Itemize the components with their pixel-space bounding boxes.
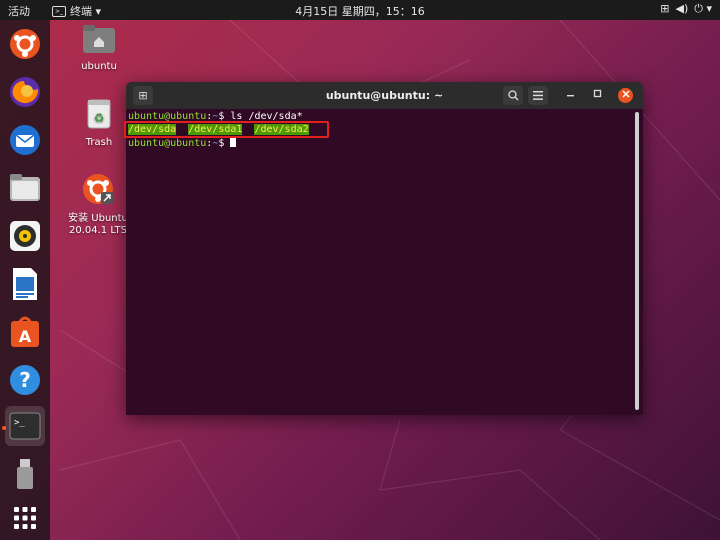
firefox-icon[interactable] bbox=[5, 72, 45, 112]
svg-text:?: ? bbox=[19, 368, 31, 392]
scrollbar[interactable] bbox=[635, 112, 639, 410]
system-tray[interactable]: ⊞ ◀) ⏻ ▾ bbox=[660, 2, 712, 16]
install-ubuntu-label: 安装 Ubuntu 20.04.1 LTS bbox=[65, 213, 131, 237]
svg-text:A: A bbox=[19, 327, 32, 346]
terminal-titlebar[interactable]: ⊞ ubuntu@ubuntu: ~ bbox=[126, 82, 643, 109]
terminal-icon[interactable]: >_ bbox=[5, 406, 45, 446]
hamburger-icon bbox=[533, 91, 543, 100]
command-text: $ bbox=[218, 138, 231, 149]
ubuntu-installer-icon[interactable] bbox=[5, 24, 45, 64]
install-ubuntu-label-line2: 20.04.1 LTS bbox=[69, 225, 127, 236]
top-bar: 活动 >_ 终端 ▾ 4月15日 星期四，15：16 ⊞ ◀) ⏻ ▾ bbox=[0, 0, 720, 20]
home-folder-icon bbox=[83, 25, 115, 53]
close-icon bbox=[621, 90, 630, 98]
terminal-output[interactable]: ubuntu@ubuntu:~$ ls /dev/sda* /dev/sda /… bbox=[126, 109, 636, 415]
desktop-install-ubuntu[interactable]: 安装 Ubuntu 20.04.1 LTS bbox=[65, 172, 131, 237]
show-applications-icon[interactable] bbox=[5, 498, 45, 538]
files-icon[interactable] bbox=[5, 168, 45, 208]
ubuntu-software-icon[interactable]: A bbox=[5, 312, 45, 352]
prompt-user: ubuntu@ubuntu bbox=[128, 138, 207, 149]
volume-icon[interactable]: ◀) bbox=[676, 2, 689, 16]
annotation-highlight-box bbox=[124, 121, 329, 138]
home-folder-label: ubuntu bbox=[81, 61, 117, 72]
install-ubuntu-label-line1: 安装 Ubuntu bbox=[68, 213, 128, 224]
close-button[interactable] bbox=[618, 88, 633, 103]
rhythmbox-icon[interactable] bbox=[5, 216, 45, 256]
svg-text:>_: >_ bbox=[14, 418, 25, 428]
clock[interactable]: 4月15日 星期四，15：16 bbox=[0, 3, 720, 19]
maximize-button[interactable] bbox=[590, 88, 605, 103]
usb-drive-icon[interactable] bbox=[5, 454, 45, 494]
desktop-trash[interactable]: ♻ Trash bbox=[66, 98, 132, 149]
search-icon bbox=[507, 90, 518, 101]
help-icon[interactable]: ? bbox=[5, 360, 45, 400]
svg-text:♻: ♻ bbox=[94, 111, 105, 125]
libreoffice-writer-icon[interactable] bbox=[5, 264, 45, 304]
trash-label: Trash bbox=[85, 137, 113, 148]
power-icon[interactable]: ⏻ ▾ bbox=[694, 2, 712, 16]
network-icon[interactable]: ⊞ bbox=[660, 2, 669, 16]
menu-button[interactable] bbox=[528, 86, 548, 105]
text-cursor bbox=[230, 137, 237, 147]
maximize-icon bbox=[593, 89, 602, 98]
thunderbird-icon[interactable] bbox=[5, 120, 45, 160]
trash-icon: ♻ bbox=[87, 99, 111, 129]
minimize-icon bbox=[567, 95, 574, 97]
search-button[interactable] bbox=[503, 86, 523, 105]
minimize-button[interactable] bbox=[563, 88, 578, 103]
dock: A ? >_ bbox=[0, 20, 50, 540]
desktop-home-folder[interactable]: ubuntu bbox=[66, 24, 132, 73]
terminal-line-3: ubuntu@ubuntu:~$ bbox=[128, 137, 237, 150]
install-ubuntu-icon bbox=[83, 174, 113, 204]
